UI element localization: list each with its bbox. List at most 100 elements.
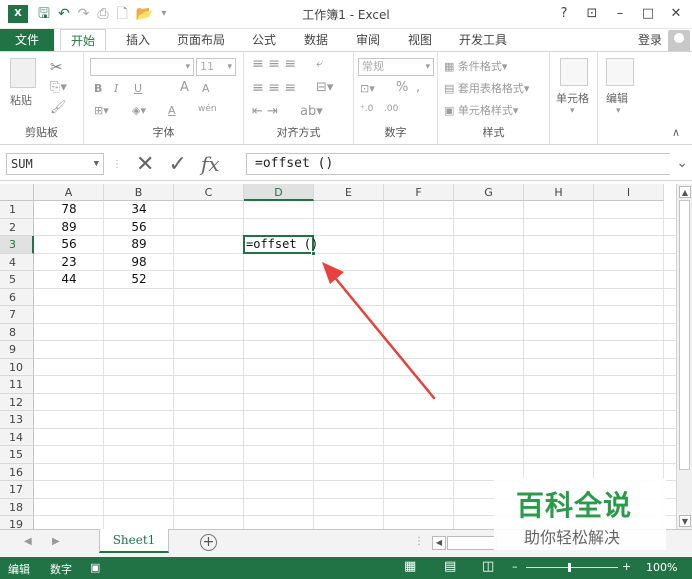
split-grip-icon[interactable]: ⋮ [414, 536, 424, 547]
row-header-18[interactable]: 18 [0, 498, 34, 516]
cells-icon[interactable] [560, 58, 588, 86]
close-button[interactable]: ✕ [664, 3, 688, 25]
indent-icon[interactable]: ⇤ ⇥ [252, 104, 278, 119]
cells-dropdown-icon[interactable]: ▾ [570, 106, 575, 116]
top-align-icon[interactable]: ≡ ≡ ≡ [252, 56, 296, 72]
scroll-up-icon[interactable]: ▲ [679, 186, 691, 198]
row-header-6[interactable]: 6 [0, 288, 34, 306]
shrink-font-button[interactable]: A [202, 82, 210, 95]
row-header-16[interactable]: 16 [0, 463, 34, 481]
borders-icon[interactable]: ⊞▾ [94, 104, 109, 117]
row-header-2[interactable]: 2 [0, 218, 34, 236]
row-header-1[interactable]: 1 [0, 201, 34, 219]
increase-decimal-icon[interactable]: ⁺.0 [360, 104, 373, 114]
cell-a4[interactable]: 23 [34, 254, 104, 271]
format-painter-icon[interactable]: 🖌 [50, 100, 67, 115]
format-as-table-button[interactable]: ▤ 套用表格格式▾ [444, 80, 529, 96]
vertical-scrollbar[interactable]: ▲ ▼ [676, 184, 692, 529]
sign-in-link[interactable]: 登录 [638, 29, 662, 51]
fill-color-icon[interactable]: ◈▾ [132, 104, 146, 117]
conditional-format-button[interactable]: ▦ 条件格式▾ [444, 58, 507, 74]
column-header-b[interactable]: B [104, 184, 174, 201]
cell-a2[interactable]: 89 [34, 219, 104, 236]
add-sheet-button[interactable]: + [200, 534, 217, 551]
row-header-10[interactable]: 10 [0, 358, 34, 376]
cell-a1[interactable]: 78 [34, 201, 104, 218]
horizontal-scrollbar[interactable] [447, 536, 497, 550]
cell-b5[interactable]: 52 [104, 271, 174, 288]
column-header-i[interactable]: I [594, 184, 664, 201]
minimize-button[interactable]: – [608, 3, 632, 25]
column-header-e[interactable]: E [314, 184, 384, 201]
avatar[interactable] [668, 30, 690, 52]
zoom-level[interactable]: 100% [646, 561, 677, 574]
macro-record-icon[interactable]: ▣ [90, 561, 100, 574]
row-header-12[interactable]: 12 [0, 393, 34, 411]
italic-button[interactable]: I [114, 82, 118, 95]
cut-icon[interactable]: ✂ [50, 58, 63, 76]
tab-insert[interactable]: 插入 [118, 29, 158, 51]
row-header-15[interactable]: 15 [0, 446, 34, 464]
name-box-dropdown-icon[interactable]: ▼ [94, 154, 99, 174]
paste-icon[interactable] [10, 58, 36, 88]
merge-center-icon[interactable]: ⊟▾ [316, 80, 333, 95]
column-header-c[interactable]: C [174, 184, 244, 201]
wrap-text-icon[interactable]: ⤶ [316, 56, 323, 71]
row-header-5[interactable]: 5 [0, 271, 34, 289]
cell-a3[interactable]: 56 [34, 236, 104, 253]
prev-sheet-icon[interactable]: ◀ [24, 536, 32, 547]
row-header-17[interactable]: 17 [0, 481, 34, 499]
cell-styles-button[interactable]: ▣ 单元格样式▾ [444, 102, 518, 118]
cell-b3[interactable]: 89 [104, 236, 174, 253]
tab-formulas[interactable]: 公式 [244, 29, 284, 51]
cancel-entry-icon[interactable]: ✕ [136, 152, 154, 177]
row-header-8[interactable]: 8 [0, 323, 34, 341]
percent-button[interactable]: % [396, 80, 408, 95]
page-layout-view-icon[interactable]: ▤ [444, 559, 456, 574]
phonetic-button[interactable]: wén [198, 104, 217, 114]
tab-home[interactable]: 开始 [60, 29, 106, 51]
cells-button-label[interactable]: 单元格 [556, 90, 589, 106]
column-header-d[interactable]: D [244, 184, 314, 201]
confirm-entry-icon[interactable]: ✓ [168, 152, 186, 177]
row-header-19[interactable]: 19 [0, 516, 34, 529]
underline-button[interactable]: U [134, 82, 142, 95]
next-sheet-icon[interactable]: ▶ [52, 536, 60, 547]
font-name-combo[interactable] [90, 58, 194, 76]
cell-b1[interactable]: 34 [104, 201, 174, 218]
accounting-format-icon[interactable]: ⊡▾ [360, 82, 375, 95]
find-binoculars-icon[interactable] [606, 58, 634, 86]
zoom-slider-thumb[interactable] [568, 563, 571, 572]
row-header-7[interactable]: 7 [0, 306, 34, 324]
fill-handle[interactable] [311, 250, 316, 256]
name-box[interactable]: SUM ▼ [6, 153, 104, 175]
cell-a5[interactable]: 44 [34, 271, 104, 288]
copy-icon[interactable]: ⎘▾ [50, 80, 67, 95]
sheet-tab-sheet1[interactable]: Sheet1 [99, 529, 169, 553]
zoom-slider[interactable] [526, 567, 618, 568]
row-header-9[interactable]: 9 [0, 341, 34, 359]
column-header-f[interactable]: F [384, 184, 454, 201]
collapse-ribbon-icon[interactable]: ∧ [672, 126, 680, 139]
row-header-11[interactable]: 11 [0, 376, 34, 394]
editing-button-label[interactable]: 编辑 [606, 90, 628, 106]
tab-data[interactable]: 数据 [296, 29, 336, 51]
column-header-a[interactable]: A [34, 184, 104, 201]
ribbon-display-options-button[interactable]: ⊡ [580, 3, 604, 25]
select-all-corner[interactable] [0, 184, 34, 201]
row-header-14[interactable]: 14 [0, 428, 34, 446]
help-button[interactable]: ? [552, 3, 576, 25]
bold-button[interactable]: B [94, 82, 102, 95]
maximize-button[interactable]: □ [636, 3, 660, 25]
row-header-13[interactable]: 13 [0, 411, 34, 429]
active-cell-d3[interactable]: =offset () [243, 235, 318, 254]
tab-view[interactable]: 视图 [400, 29, 440, 51]
column-header-h[interactable]: H [524, 184, 594, 201]
left-align-icon[interactable]: ≡ ≡ ≡ [252, 80, 296, 96]
orientation-icon[interactable]: ab▾ [300, 104, 323, 119]
formula-input[interactable]: =offset () [246, 153, 670, 175]
vertical-scroll-thumb[interactable] [679, 200, 690, 470]
row-header-3[interactable]: 3 [0, 236, 34, 254]
page-break-view-icon[interactable]: ◫ [482, 559, 494, 574]
zoom-out-icon[interactable]: – [512, 560, 518, 573]
